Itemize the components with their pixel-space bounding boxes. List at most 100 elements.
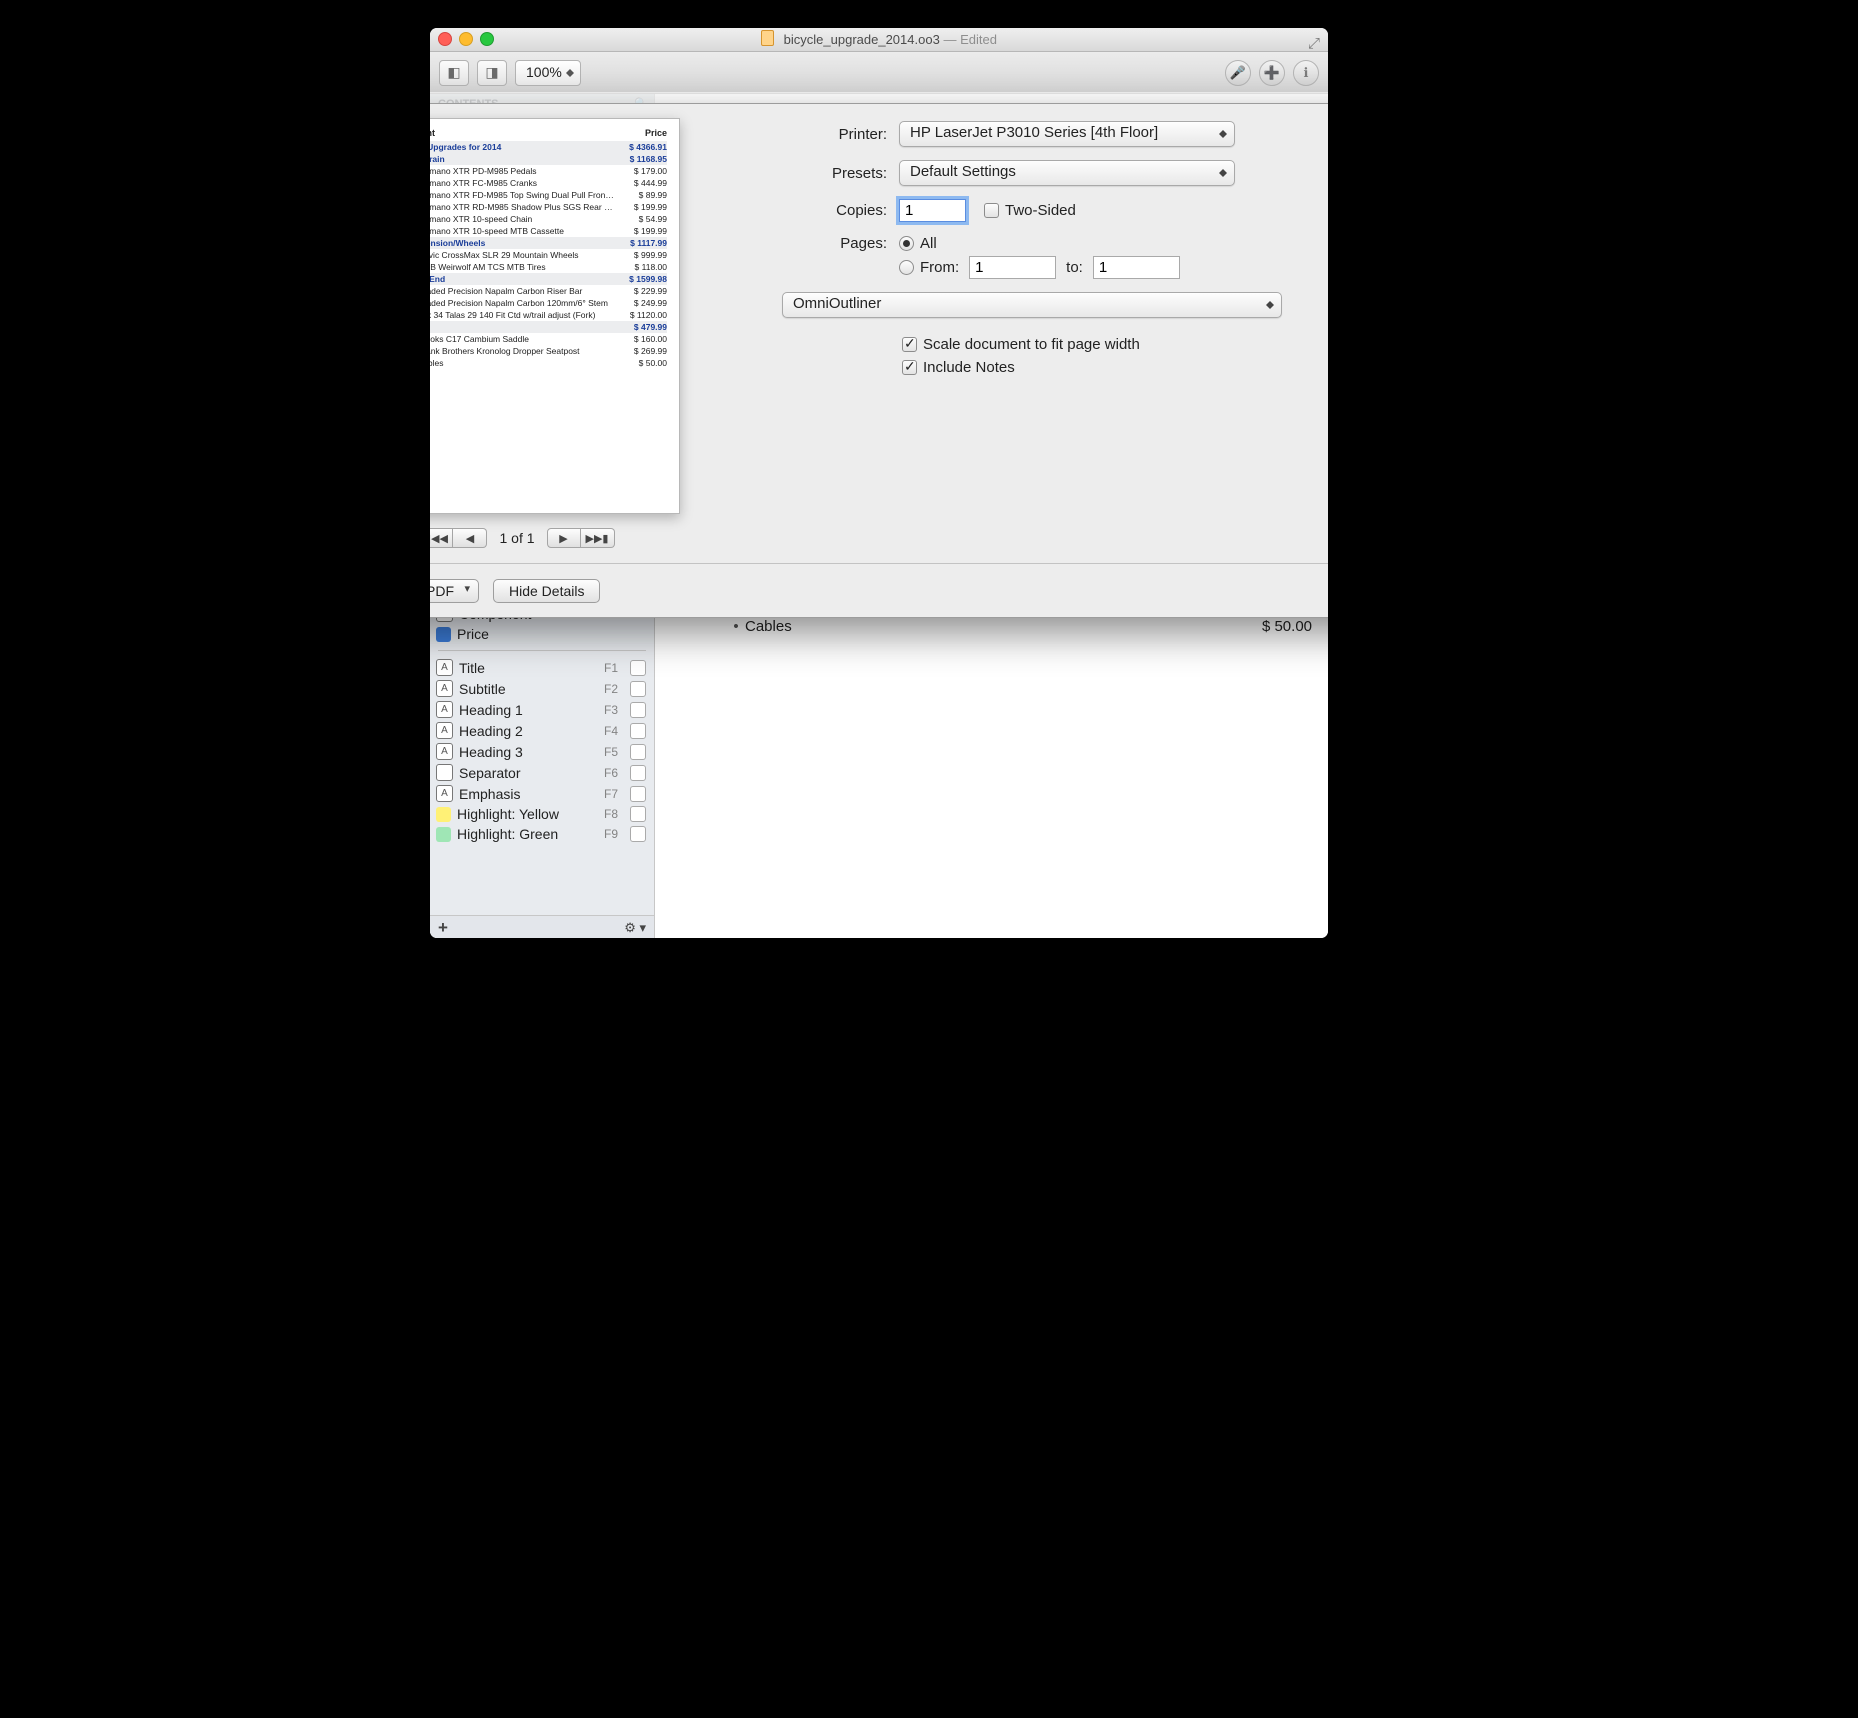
style-shortcut: F6 [604, 766, 618, 780]
style-shortcut: F8 [604, 807, 618, 821]
text-style-icon: A [436, 701, 453, 718]
preview-row: •Shimano XTR 10-speed MTB Cassette$ 199.… [430, 225, 667, 237]
pages-from-input[interactable] [969, 256, 1056, 279]
zoom-window-button[interactable] [480, 32, 494, 46]
scale-label: Scale document to fit page width [923, 336, 1140, 353]
preview-row: •Crank Brothers Kronolog Dropper Seatpos… [430, 345, 667, 357]
minimize-window-button[interactable] [459, 32, 473, 46]
style-item[interactable]: ATitleF1 [430, 657, 654, 678]
titlebar: bicycle_upgrade_2014.oo3 — Edited ⤢ [430, 28, 1328, 52]
preview-row: •Shimano XTR PD-M985 Pedals$ 179.00 [430, 165, 667, 177]
document-icon [761, 30, 774, 46]
column-icon [436, 627, 451, 642]
text-style-icon: A [436, 659, 453, 676]
preview-prev-button[interactable]: ◀ [453, 528, 487, 548]
inspector-toggle-button[interactable]: ◨ [477, 60, 507, 86]
preview-row: •Loaded Precision Napalm Carbon Riser Ba… [430, 285, 667, 297]
record-audio-button[interactable]: 🎤 [1225, 60, 1251, 86]
bullet-icon: • [727, 618, 745, 635]
sidebar-toggle-button[interactable]: ◧ [439, 60, 469, 86]
style-item[interactable]: AHeading 2F4 [430, 720, 654, 741]
style-checkbox[interactable] [630, 723, 646, 739]
info-button[interactable]: ℹ︎ [1293, 60, 1319, 86]
style-item[interactable]: AHeading 1F3 [430, 699, 654, 720]
presets-label: Presets: [692, 165, 899, 182]
preview-row: •WTB Weirwolf AM TCS MTB Tires$ 118.00 [430, 261, 667, 273]
style-shortcut: F2 [604, 682, 618, 696]
preview-row: •Mavic CrossMax SLR 29 Mountain Wheels$ … [430, 249, 667, 261]
preview-first-button[interactable]: ▮◀◀ [430, 528, 453, 548]
printer-label: Printer: [692, 126, 899, 143]
style-item[interactable]: Highlight: Green F9 [430, 824, 654, 844]
gear-icon[interactable]: ⚙︎ ▾ [624, 920, 646, 936]
from-label: From: [920, 259, 959, 276]
preview-page-indicator: 1 of 1 [499, 530, 534, 546]
include-notes-checkbox[interactable] [902, 360, 917, 375]
scale-checkbox[interactable] [902, 337, 917, 352]
style-shortcut: F7 [604, 787, 618, 801]
preview-row: •Shimano XTR FC-M985 Cranks$ 444.99 [430, 177, 667, 189]
pages-all-radio[interactable] [899, 236, 914, 251]
two-sided-label: Two-Sided [1005, 202, 1076, 219]
hide-details-button[interactable]: Hide Details [493, 579, 600, 603]
preview-row: •Loaded Precision Napalm Carbon 120mm/6°… [430, 297, 667, 309]
preview-row: •Shimano XTR FD-M985 Top Swing Dual Pull… [430, 189, 667, 201]
style-name: Separator [459, 765, 520, 781]
close-window-button[interactable] [438, 32, 452, 46]
preview-last-button[interactable]: ▶▶▮ [581, 528, 615, 548]
preview-row: •Cables$ 50.00 [430, 357, 667, 369]
style-shortcut: F1 [604, 661, 618, 675]
style-name: Highlight: Green [457, 826, 558, 842]
pages-to-input[interactable] [1093, 256, 1180, 279]
pages-label: Pages: [692, 235, 899, 252]
style-name: Highlight: Yellow [457, 806, 559, 822]
two-sided-checkbox[interactable] [984, 203, 999, 218]
style-shortcut: F5 [604, 745, 618, 759]
style-name: Emphasis [459, 786, 520, 802]
text-style-icon: A [436, 743, 453, 760]
copies-input[interactable] [899, 199, 966, 222]
app-window: bicycle_upgrade_2014.oo3 — Edited ⤢ ◧ ◨ … [430, 28, 1328, 938]
style-checkbox[interactable] [630, 660, 646, 676]
style-item[interactable]: Highlight: Yellow F8 [430, 804, 654, 824]
sidebar-footer: + ⚙︎ ▾ [430, 915, 654, 938]
style-checkbox[interactable] [630, 744, 646, 760]
style-item[interactable]: Separator F6 [430, 762, 654, 783]
presets-select[interactable]: Default Settings [899, 160, 1235, 186]
add-style-button[interactable]: + [438, 918, 448, 938]
style-checkbox[interactable] [630, 702, 646, 718]
preview-row: ▼Drivetrain$ 1168.95 [430, 153, 667, 165]
separator-icon [436, 764, 453, 781]
style-checkbox[interactable] [630, 806, 646, 822]
printer-select[interactable]: HP LaserJet P3010 Series [4th Floor] [899, 121, 1235, 147]
style-shortcut: F4 [604, 724, 618, 738]
style-shortcut: F9 [604, 827, 618, 841]
style-checkbox[interactable] [630, 765, 646, 781]
style-checkbox[interactable] [630, 826, 646, 842]
fullscreen-icon[interactable]: ⤢ [1308, 32, 1320, 55]
style-item[interactable]: A Emphasis F7 [430, 783, 654, 804]
text-style-icon: A [436, 680, 453, 697]
include-notes-label: Include Notes [923, 359, 1015, 376]
document-status: Edited [960, 32, 997, 47]
text-style-icon: A [436, 785, 453, 802]
preview-next-button[interactable]: ▶ [547, 528, 581, 548]
print-dialog: Component Price ▼Bicycle Upgrades for 20… [430, 103, 1328, 618]
print-preview: Component Price ▼Bicycle Upgrades for 20… [430, 118, 680, 514]
sidebar-column-price[interactable]: Price [430, 624, 654, 644]
section-select[interactable]: OmniOutliner [782, 292, 1282, 318]
style-checkbox[interactable] [630, 786, 646, 802]
pages-range-radio[interactable] [899, 260, 914, 275]
style-item[interactable]: AHeading 3F5 [430, 741, 654, 762]
attach-button[interactable]: ➕ [1259, 60, 1285, 86]
style-name: Heading 2 [459, 723, 523, 739]
style-name: Subtitle [459, 681, 506, 697]
style-item[interactable]: A Subtitle F2 [430, 678, 654, 699]
style-checkbox[interactable] [630, 681, 646, 697]
pages-all-label: All [920, 235, 937, 252]
preview-row: •Shimano XTR 10-speed Chain$ 54.99 [430, 213, 667, 225]
pdf-menu-button[interactable]: PDF [430, 579, 479, 603]
swatch-icon [436, 827, 451, 842]
zoom-select[interactable]: 100% [515, 60, 581, 86]
copies-label: Copies: [692, 202, 899, 219]
